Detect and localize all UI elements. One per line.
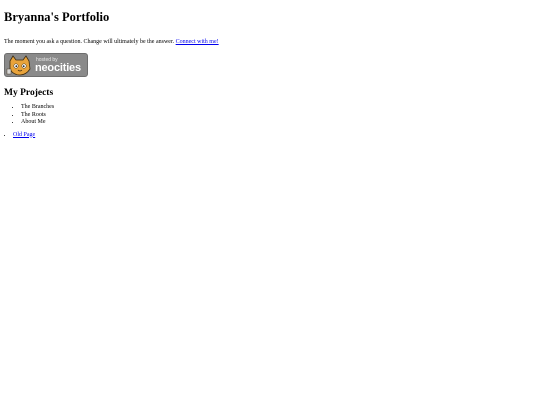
project-item-about-me: About Me (21, 119, 536, 127)
neocities-cat-icon (6, 55, 31, 76)
project-item-roots: The Roots (21, 112, 536, 120)
other-links-list: Old Page (4, 131, 536, 139)
intro-quote: The moment you ask a question. Change wi… (4, 39, 175, 45)
intro-text: The moment you ask a question. Change wi… (4, 38, 536, 46)
projects-heading: My Projects (4, 88, 54, 98)
badge-brand-text: neocities (35, 62, 81, 74)
page-title: Bryanna's Portfolio (4, 10, 110, 24)
projects-list: The Branches The Roots About Me (4, 104, 536, 127)
page: Bryanna's Portfolio The moment you ask a… (0, 0, 540, 139)
connect-link[interactable]: Connect with me! (176, 39, 219, 45)
old-page-link[interactable]: Old Page (13, 132, 35, 138)
neocities-badge[interactable]: hosted by neocities (4, 53, 88, 77)
list-item-old-page: Old Page (13, 131, 536, 139)
project-item-branches: The Branches (21, 104, 536, 112)
